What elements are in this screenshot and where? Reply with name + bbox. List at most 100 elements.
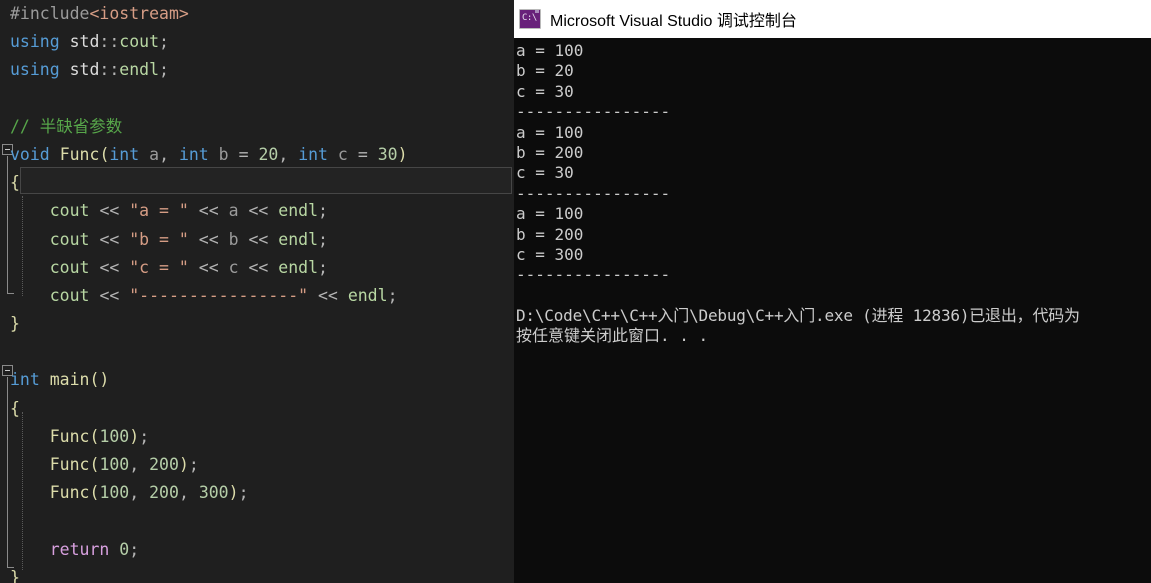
code-token: ( (89, 455, 100, 474)
code-token: endl (119, 60, 160, 80)
code-line[interactable]: void Func(int a, int b = 20, int c = 30) (0, 141, 514, 169)
code-line[interactable] (0, 507, 514, 535)
code-token: ; (387, 285, 398, 305)
code-token: endl (278, 229, 319, 249)
code-editor-pane[interactable]: #include<iostream> using std::cout; usin… (0, 0, 514, 583)
console-title: Microsoft Visual Studio 调试控制台 (550, 13, 797, 30)
code-token: 200 (149, 483, 179, 503)
code-line[interactable]: cout << "c = " << c << endl; (0, 254, 514, 282)
code-line[interactable]: Func(100, 200, 300); (0, 479, 514, 507)
code-token: ; (238, 483, 249, 503)
console-output[interactable]: a = 100 b = 20 c = 30 ---------------- a… (514, 38, 1151, 583)
code-lines[interactable]: #include<iostream> using std::cout; usin… (0, 0, 514, 583)
console-line: ---------------- (516, 183, 671, 203)
code-line[interactable]: Func(100, 200); (0, 451, 514, 479)
code-line[interactable]: Func(100); (0, 423, 514, 451)
code-token: "----------------" (129, 285, 309, 305)
code-token: :: (99, 60, 120, 80)
console-line: b = 200 (516, 224, 584, 244)
code-token: () (89, 370, 110, 390)
code-line[interactable]: cout << "a = " << a << endl; (0, 197, 514, 225)
code-token: ; (159, 60, 169, 80)
code-token: Func (49, 483, 90, 503)
code-token: << (198, 201, 219, 221)
code-token: endl (278, 257, 319, 277)
code-line[interactable]: cout << "b = " << b << endl; (0, 226, 514, 254)
code-line[interactable]: } (0, 564, 514, 583)
code-token: int (10, 370, 40, 390)
screen-root: #include<iostream> using std::cout; usin… (0, 0, 1151, 583)
code-token: int (178, 144, 209, 164)
code-token: std (59, 60, 100, 80)
code-token: b (228, 229, 239, 249)
code-token: 200 (149, 455, 179, 474)
code-token: << (248, 257, 269, 277)
code-token: << (99, 285, 120, 305)
console-window[interactable]: C:\ Microsoft Visual Studio 调试控制台 a = 10… (514, 0, 1151, 583)
code-token: cout (49, 257, 90, 277)
code-token: 20 (258, 144, 279, 164)
code-token: "b = " (129, 229, 189, 249)
code-line[interactable]: #include<iostream> (0, 0, 514, 28)
code-token: using (10, 60, 60, 80)
code-token: << (99, 229, 120, 249)
code-token: << (248, 229, 269, 249)
code-token: cout (49, 229, 90, 249)
code-token: ) (129, 426, 140, 446)
console-line: ---------------- (516, 102, 671, 122)
code-token: void (10, 144, 50, 164)
code-token: a (228, 201, 239, 221)
code-line[interactable]: // 半缺省参数 (0, 113, 514, 141)
code-line[interactable]: int main() (0, 366, 514, 394)
code-token: , (129, 455, 150, 474)
console-window-icon: C:\ (519, 9, 541, 29)
code-token: ( (89, 426, 100, 446)
code-line[interactable]: } (0, 310, 514, 338)
code-token: 300 (198, 483, 229, 503)
code-token: 30 (377, 144, 398, 164)
code-line[interactable] (0, 85, 514, 113)
code-token: int (298, 144, 328, 164)
code-token: a (139, 144, 160, 164)
console-line: 按任意键关闭此窗口. . . (516, 326, 709, 346)
console-line: a = 100 (516, 41, 584, 60)
code-line[interactable]: using std::cout; (0, 28, 514, 56)
code-token: :: (99, 32, 120, 52)
code-token: ; (318, 257, 328, 277)
code-token: b (208, 144, 239, 164)
code-token: std (59, 32, 100, 52)
console-titlebar[interactable]: C:\ Microsoft Visual Studio 调试控制台 (514, 0, 1151, 38)
code-token: "a = " (129, 201, 189, 221)
code-line[interactable] (0, 338, 514, 366)
code-line[interactable]: cout << "----------------" << endl; (0, 282, 514, 310)
code-line[interactable]: using std::endl; (0, 56, 514, 84)
code-token: // 半缺省参数 (10, 116, 123, 136)
code-token: endl (347, 285, 388, 305)
code-token: { (10, 398, 20, 418)
code-token: , (178, 483, 199, 503)
code-token: cout (49, 285, 90, 305)
code-token: ; (318, 229, 328, 249)
code-token: <iostream> (89, 4, 189, 23)
code-line[interactable]: { (0, 395, 514, 423)
code-token: << (99, 201, 120, 221)
code-token: ; (318, 201, 328, 221)
code-token: cout (49, 201, 90, 221)
code-token: ( (89, 483, 100, 503)
code-line[interactable]: return 0; (0, 536, 514, 564)
code-token: c (228, 257, 239, 277)
console-icon-glyph: C:\ (522, 13, 537, 23)
